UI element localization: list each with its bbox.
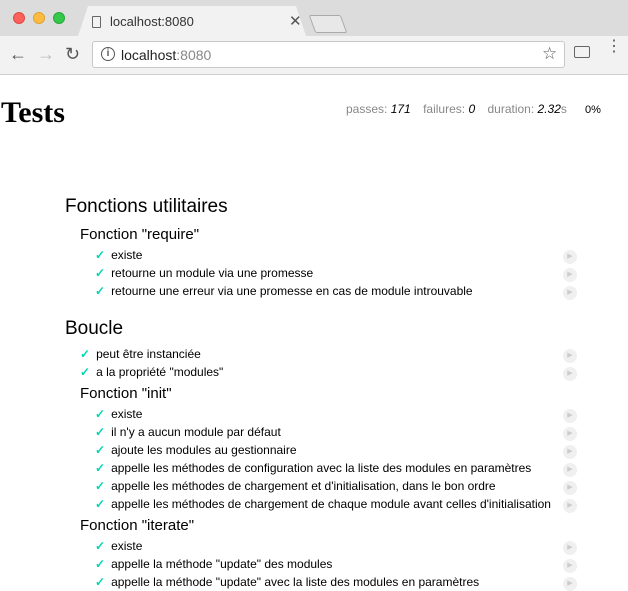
test-title[interactable]: appelle la méthode "update" avec la list…	[111, 575, 479, 589]
test-row[interactable]: ✓ retourne une erreur via une promesse en…	[95, 284, 473, 298]
test-title[interactable]: existe	[111, 539, 142, 553]
test-row[interactable]: ✓ existe	[95, 407, 142, 421]
replay-icon[interactable]: ▶	[563, 349, 577, 363]
test-row[interactable]: ✓ retourne un module via une promesse	[95, 266, 313, 280]
reload-icon[interactable]: ↻	[65, 44, 80, 65]
check-icon: ✓	[95, 284, 106, 298]
subsuite-title[interactable]: Fonction "iterate"	[80, 517, 194, 534]
test-row[interactable]: ✓ ajoute les modules au gestionnaire	[95, 443, 297, 457]
subsuite-title[interactable]: Fonction "init"	[80, 385, 172, 402]
replay-icon[interactable]: ▶	[563, 409, 577, 423]
forward-arrow-icon[interactable]: →	[37, 44, 55, 65]
passes-label: passes:	[346, 102, 388, 116]
test-title[interactable]: retourne un module via une promesse	[111, 266, 313, 280]
replay-icon[interactable]: ▶	[563, 499, 577, 513]
tab-title[interactable]: localhost:8080	[110, 14, 194, 29]
failures-label: failures:	[423, 102, 466, 116]
test-row[interactable]: ✓ appelle la méthode "update" des modules	[95, 557, 332, 571]
test-row[interactable]: ✓ existe	[95, 248, 142, 262]
zoom-window-button[interactable]	[53, 12, 65, 24]
check-icon: ✓	[95, 425, 106, 439]
check-icon: ✓	[80, 365, 91, 379]
kebab-menu-icon[interactable]: ⋮	[606, 39, 622, 55]
suite-title[interactable]: Boucle	[65, 318, 123, 340]
test-row[interactable]: ✓ a la propriété "modules"	[80, 365, 223, 379]
test-row[interactable]: ✓ il n'y a aucun module par défaut	[95, 425, 281, 439]
check-icon: ✓	[95, 461, 106, 475]
test-row[interactable]: ✓ appelle les méthodes de chargement et d…	[95, 479, 496, 493]
test-title[interactable]: existe	[111, 248, 142, 262]
check-icon: ✓	[95, 557, 106, 571]
close-tab-icon[interactable]: ✕	[289, 12, 302, 30]
tab-strip: localhost:8080 ✕	[0, 0, 628, 36]
cast-icon[interactable]	[574, 46, 590, 58]
check-icon: ✓	[95, 539, 106, 553]
test-row[interactable]: ✓ appelle la méthode "update" avec la lis…	[95, 575, 479, 589]
info-icon[interactable]: i	[101, 47, 115, 61]
test-title[interactable]: peut être instanciée	[96, 347, 201, 361]
failures-count: 0	[468, 102, 476, 116]
suite-title[interactable]: Fonctions utilitaires	[65, 196, 228, 218]
check-icon: ✓	[95, 497, 106, 511]
back-arrow-icon[interactable]: ←	[9, 44, 27, 65]
test-title[interactable]: ajoute les modules au gestionnaire	[111, 443, 296, 457]
replay-icon[interactable]: ▶	[563, 445, 577, 459]
replay-icon[interactable]: ▶	[563, 250, 577, 264]
replay-icon[interactable]: ▶	[563, 286, 577, 300]
url-text[interactable]: localhost:8080	[121, 47, 211, 63]
replay-icon[interactable]: ▶	[563, 427, 577, 441]
replay-icon[interactable]: ▶	[563, 463, 577, 477]
test-title[interactable]: retourne une erreur via une promesse en …	[111, 284, 473, 298]
test-title[interactable]: appelle les méthodes de chargement de ch…	[111, 497, 551, 511]
test-title[interactable]: appelle la méthode "update" des modules	[111, 557, 332, 571]
test-title[interactable]: appelle les méthodes de chargement et d'…	[111, 479, 496, 493]
page-title: Tests	[1, 96, 65, 129]
test-row[interactable]: ✓ existe	[95, 539, 142, 553]
bookmark-star-icon[interactable]: ☆	[542, 44, 557, 64]
url-port: :8080	[176, 47, 212, 63]
test-stats: passes: 171 failures: 0 duration: 2.32s	[346, 102, 567, 116]
replay-icon[interactable]: ▶	[563, 367, 577, 381]
test-title[interactable]: existe	[111, 407, 142, 421]
replay-icon[interactable]: ▶	[563, 577, 577, 591]
check-icon: ✓	[95, 266, 106, 280]
duration-unit: s	[560, 102, 567, 116]
check-icon: ✓	[80, 347, 91, 361]
check-icon: ✓	[95, 407, 106, 421]
passes-filter[interactable]: passes: 171	[346, 102, 411, 116]
address-bar[interactable]: i localhost:8080 ☆	[92, 41, 565, 68]
minimize-window-button[interactable]	[33, 12, 45, 24]
test-title[interactable]: il n'y a aucun module par défaut	[111, 425, 281, 439]
failures-filter[interactable]: failures: 0	[423, 102, 475, 116]
subsuite-title[interactable]: Fonction "require"	[80, 226, 199, 243]
duration-label: duration:	[487, 102, 535, 116]
check-icon: ✓	[95, 479, 106, 493]
replay-icon[interactable]: ▶	[563, 559, 577, 573]
test-row[interactable]: ✓ appelle les méthodes de configuration a…	[95, 461, 531, 475]
duration-value: 2.32	[537, 102, 561, 116]
replay-icon[interactable]: ▶	[563, 268, 577, 282]
test-row[interactable]: ✓ appelle les méthodes de chargement de c…	[95, 497, 551, 511]
progress-indicator: 0%	[585, 104, 601, 116]
document-icon	[92, 16, 101, 28]
check-icon: ✓	[95, 443, 106, 457]
test-title[interactable]: appelle les méthodes de configuration av…	[111, 461, 531, 475]
check-icon: ✓	[95, 575, 106, 589]
new-tab-button[interactable]	[308, 15, 348, 33]
test-title[interactable]: a la propriété "modules"	[96, 365, 223, 379]
check-icon: ✓	[95, 248, 106, 262]
test-row[interactable]: ✓ peut être instanciée	[80, 347, 201, 361]
url-host: localhost	[121, 47, 177, 63]
replay-icon[interactable]: ▶	[563, 481, 577, 495]
passes-count: 171	[390, 102, 411, 116]
close-window-button[interactable]	[13, 12, 25, 24]
replay-icon[interactable]: ▶	[563, 541, 577, 555]
duration: duration: 2.32s	[487, 102, 566, 116]
